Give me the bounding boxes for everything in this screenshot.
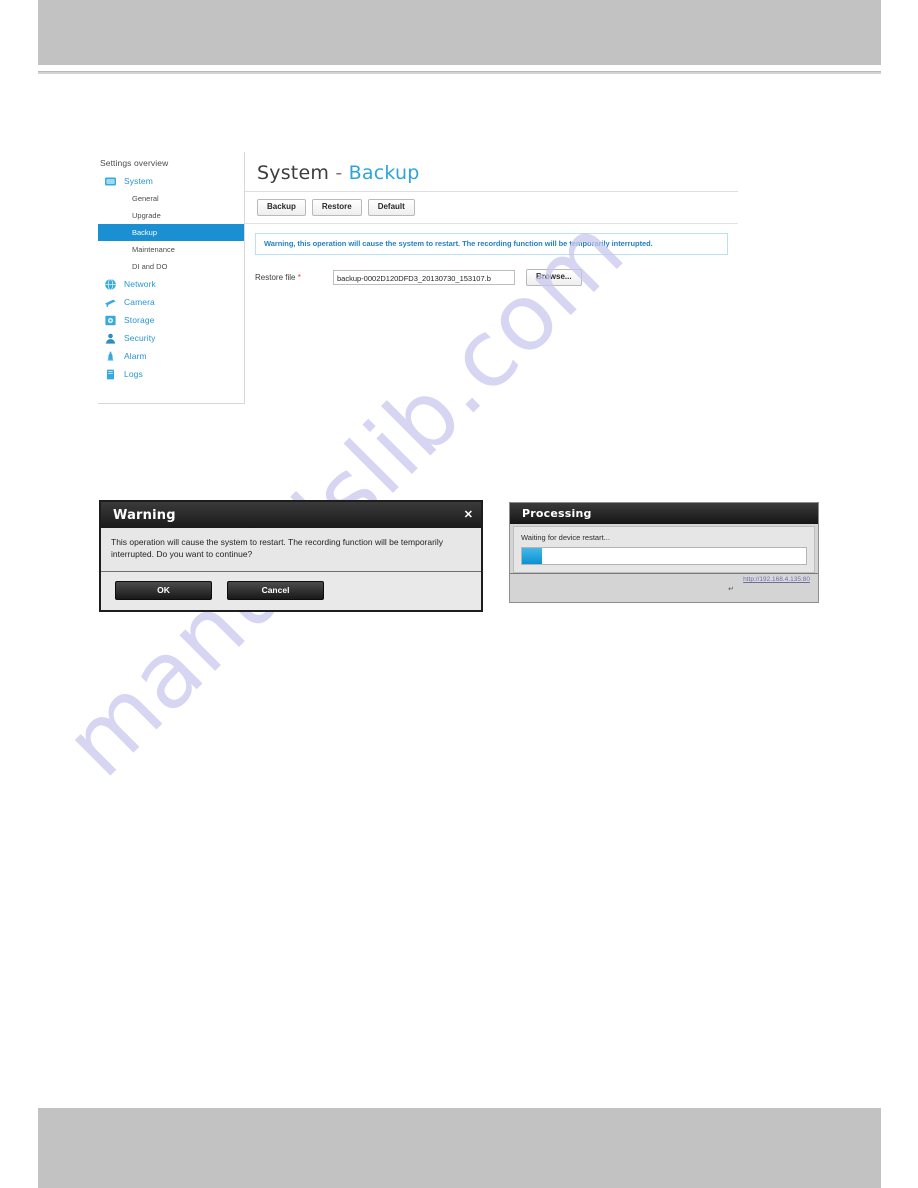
sidebar-item-maintenance[interactable]: Maintenance — [98, 241, 244, 258]
warning-dialog-titlebar: Warning ✕ — [101, 502, 481, 528]
processing-dialog-title: Processing — [522, 507, 592, 520]
page-footer-band — [38, 1108, 881, 1188]
sidebar-item-label: Alarm — [124, 351, 147, 361]
processing-dialog-titlebar: Processing — [510, 503, 818, 524]
restore-file-label: Restore file * — [255, 273, 333, 282]
processing-dialog-body: Waiting for device restart... — [513, 526, 815, 573]
sidebar-item-logs[interactable]: Logs — [98, 365, 244, 383]
page-title: System - Backup — [245, 152, 738, 184]
sidebar-item-label: General — [132, 194, 159, 203]
page-title-main: System — [257, 162, 330, 184]
logs-icon — [104, 368, 117, 381]
network-icon — [104, 278, 117, 291]
system-icon — [104, 175, 117, 188]
sidebar-item-system[interactable]: System — [98, 172, 244, 190]
sidebar-item-label: Logs — [124, 369, 143, 379]
restore-file-input[interactable]: backup-0002D120DFD3_20130730_153107.b — [333, 270, 515, 285]
warning-dialog-buttons: OK Cancel — [101, 571, 481, 610]
security-icon — [104, 332, 117, 345]
sidebar-item-label: Upgrade — [132, 211, 161, 220]
settings-content: System - Backup Backup Restore Default W… — [245, 152, 738, 404]
sidebar-item-label: DI and DO — [132, 262, 168, 271]
camera-icon — [104, 296, 117, 309]
storage-icon — [104, 314, 117, 327]
device-url-link[interactable]: http://192.168.4.135:80 — [743, 576, 810, 583]
sidebar-item-label: Network — [124, 279, 156, 289]
tab-backup[interactable]: Backup — [257, 199, 306, 216]
sidebar-item-label: Storage — [124, 315, 155, 325]
page-header-band — [38, 0, 881, 65]
settings-overview-label: Settings overview — [100, 158, 169, 168]
required-marker: * — [297, 273, 301, 282]
tab-restore[interactable]: Restore — [311, 199, 362, 216]
sidebar-item-general[interactable]: General — [98, 190, 244, 207]
page-header-rule — [38, 71, 881, 74]
sidebar-item-label: Backup — [132, 228, 158, 237]
sidebar-item-upgrade[interactable]: Upgrade — [98, 207, 244, 224]
sidebar-item-label: Maintenance — [132, 245, 175, 254]
progress-bar — [521, 547, 807, 565]
tab-bar: Backup Restore Default — [245, 192, 738, 223]
warning-dialog-title: Warning — [113, 507, 176, 523]
sidebar-bottom-rule — [98, 403, 245, 404]
ok-button[interactable]: OK — [115, 580, 212, 600]
warning-dialog: Warning ✕ This operation will cause the … — [99, 500, 483, 612]
external-link-icon: ↵ — [728, 586, 734, 593]
restore-file-label-text: Restore file — [255, 273, 296, 282]
page-title-accent: Backup — [348, 162, 420, 184]
close-icon[interactable]: ✕ — [464, 509, 473, 521]
warning-dialog-message: This operation will cause the system to … — [101, 528, 481, 572]
browse-button[interactable]: Browse... — [526, 269, 582, 286]
tabbar-divider — [245, 223, 738, 224]
processing-status-text: Waiting for device restart... — [521, 533, 610, 542]
sidebar-item-camera[interactable]: Camera — [98, 293, 244, 311]
page-title-dash: - — [335, 162, 343, 184]
processing-dialog: Processing Waiting for device restart...… — [509, 502, 819, 603]
sidebar-item-di-and-do[interactable]: DI and DO — [98, 258, 244, 275]
sidebar-item-network[interactable]: Network — [98, 275, 244, 293]
progress-bar-fill — [522, 548, 542, 564]
sidebar-item-label: Security — [124, 333, 156, 343]
sidebar-item-security[interactable]: Security — [98, 329, 244, 347]
sidebar-item-backup[interactable]: Backup — [98, 224, 244, 241]
restore-file-row: Restore file * backup-0002D120DFD3_20130… — [255, 269, 738, 286]
sidebar-item-alarm[interactable]: Alarm — [98, 347, 244, 365]
tab-default[interactable]: Default — [367, 199, 415, 216]
sidebar-item-label: Camera — [124, 297, 155, 307]
warning-banner: Warning, this operation will cause the s… — [255, 233, 728, 255]
settings-sidebar: Settings overview System General Upgrade… — [98, 152, 245, 404]
cancel-button[interactable]: Cancel — [227, 580, 324, 600]
processing-dialog-footer: http://192.168.4.135:80 ↵ — [510, 573, 818, 602]
sidebar-item-label: System — [124, 176, 153, 186]
settings-panel: Settings overview System General Upgrade… — [98, 152, 738, 404]
sidebar-item-storage[interactable]: Storage — [98, 311, 244, 329]
alarm-icon — [104, 350, 117, 363]
